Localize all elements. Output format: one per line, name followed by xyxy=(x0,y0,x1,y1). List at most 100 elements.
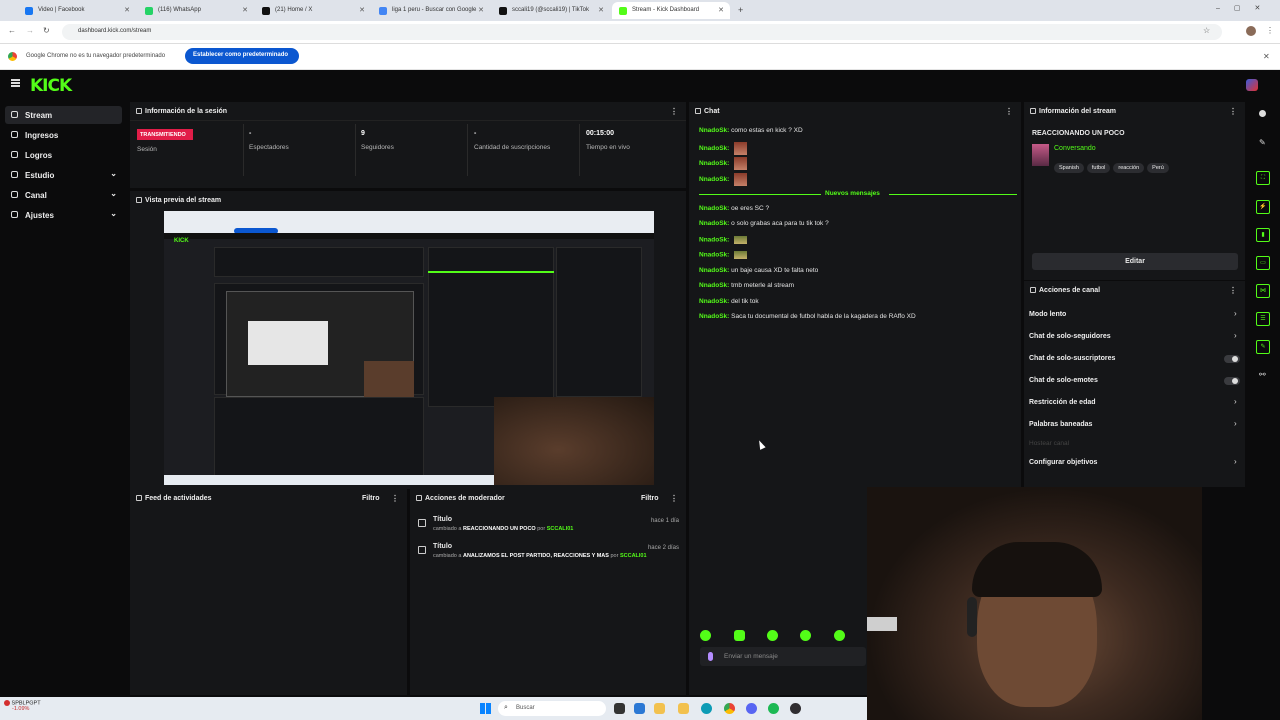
settings-icon[interactable] xyxy=(767,630,778,641)
chat-username[interactable]: NnadoSk: xyxy=(699,313,729,320)
activity-filter-button[interactable]: Filtro xyxy=(362,495,380,502)
chrome-taskbar-icon[interactable] xyxy=(724,703,735,714)
chat-username[interactable]: NnadoSk: xyxy=(699,252,729,259)
chat-message[interactable]: NnadoSk: Saca tu documental de futbol ha… xyxy=(699,313,916,320)
sidebar-item-stream[interactable]: Stream xyxy=(5,106,122,124)
edit-rail-icon[interactable]: ✎ xyxy=(1259,138,1266,147)
rail-icon-3[interactable]: ▮ xyxy=(1256,228,1270,242)
chat-username[interactable]: NnadoSk: xyxy=(699,282,729,289)
user-avatar[interactable] xyxy=(1246,79,1258,91)
discord-icon[interactable] xyxy=(746,703,757,714)
new-tab-button[interactable]: + xyxy=(738,5,743,15)
forward-icon[interactable]: → xyxy=(26,26,34,35)
rail-icon-7[interactable]: ✎ xyxy=(1256,340,1270,354)
chat-message[interactable]: NnadoSk: xyxy=(699,173,748,186)
info-rail-icon[interactable] xyxy=(1259,110,1266,117)
channel-action-item[interactable]: Restricción de edad xyxy=(1029,399,1096,406)
channel-action-item[interactable]: Palabras baneadas xyxy=(1029,421,1092,428)
sidebar-item-logros[interactable]: Logros xyxy=(5,146,122,164)
chevron-right-icon[interactable]: › xyxy=(1234,331,1237,340)
stream-tag[interactable]: Spanish xyxy=(1054,163,1084,173)
chat-menu-icon[interactable]: ⋮ xyxy=(1005,107,1013,116)
url-field[interactable]: dashboard.kick.com/stream xyxy=(62,24,1222,40)
kick-logo[interactable]: KICK xyxy=(30,76,72,96)
microphone-icon[interactable] xyxy=(708,652,713,661)
chat-username[interactable]: NnadoSk: xyxy=(699,298,729,305)
rail-icon-1[interactable]: ⛶ xyxy=(1256,171,1270,185)
rail-icon-5[interactable]: ⋈ xyxy=(1256,284,1270,298)
stream-tag[interactable]: futbol xyxy=(1086,163,1111,173)
browser-menu-icon[interactable]: ⋮ xyxy=(1266,26,1274,35)
sidebar-item-ajustes[interactable]: Ajustes ⌄ xyxy=(5,206,122,224)
channel-action-item[interactable]: Configurar objetivos xyxy=(1029,459,1097,466)
rail-icon-2[interactable]: ⚡ xyxy=(1256,200,1270,214)
chat-message[interactable]: NnadoSk: xyxy=(699,142,748,155)
channel-action-item[interactable]: Chat de solo-suscriptores xyxy=(1029,355,1115,362)
window-controls[interactable]: –▢✕ xyxy=(1216,4,1274,12)
browser-tab[interactable]: sccali19 (@sccali19) | TikTok ✕ xyxy=(492,2,610,19)
chat-message[interactable]: NnadoSk: oe eres SC ? xyxy=(699,205,769,212)
tab-close-icon[interactable]: ✕ xyxy=(359,6,365,14)
sidebar-item-estudio[interactable]: Estudio ⌄ xyxy=(5,166,122,184)
rail-icon-4[interactable]: ▭ xyxy=(1256,256,1270,270)
rail-icon-6[interactable]: ☰ xyxy=(1256,312,1270,326)
stream-info-menu-icon[interactable]: ⋮ xyxy=(1229,107,1237,116)
chat-username[interactable]: NnadoSk: xyxy=(699,267,729,274)
gift-icon[interactable] xyxy=(734,630,745,641)
emote-icon[interactable] xyxy=(700,630,711,641)
task-view-icon[interactable] xyxy=(614,703,625,714)
reload-icon[interactable]: ↻ xyxy=(43,26,50,35)
chevron-down-icon[interactable]: ⌄ xyxy=(110,169,117,178)
browser-tab[interactable]: Video | Facebook ✕ xyxy=(18,2,136,19)
chevron-right-icon[interactable]: › xyxy=(1234,397,1237,406)
chat-message[interactable]: NnadoSk: xyxy=(699,236,748,244)
moderator-filter-button[interactable]: Filtro xyxy=(641,495,659,502)
tab-close-icon[interactable]: ✕ xyxy=(124,6,130,14)
infobar-close-icon[interactable]: ✕ xyxy=(1263,52,1270,61)
stock-widget[interactable]: SPBLPGPT -1.09% xyxy=(4,700,41,712)
edit-button[interactable]: Editar xyxy=(1032,253,1238,270)
chevron-right-icon[interactable]: › xyxy=(1234,419,1237,428)
chevron-down-icon[interactable]: ⌄ xyxy=(110,189,117,198)
profile-avatar[interactable] xyxy=(1246,26,1256,36)
moderator-action-user[interactable]: SCCALI01 xyxy=(547,526,574,532)
chat-message[interactable]: NnadoSk: como estas en kick ? XD xyxy=(699,127,803,134)
browser-tab[interactable]: (21) Home / X ✕ xyxy=(255,2,371,19)
folder-2-icon[interactable] xyxy=(678,703,689,714)
activity-menu-icon[interactable]: ⋮ xyxy=(391,494,399,503)
chat-username[interactable]: NnadoSk: xyxy=(699,145,729,152)
tab-close-icon[interactable]: ✕ xyxy=(242,6,248,14)
sidebar-item-ingresos[interactable]: Ingresos xyxy=(5,126,122,144)
chat-username[interactable]: NnadoSk: xyxy=(699,220,729,227)
chevron-right-icon[interactable]: › xyxy=(1234,457,1237,466)
chat-message[interactable]: NnadoSk: tmb meterle al stream xyxy=(699,282,794,289)
tab-close-icon[interactable]: ✕ xyxy=(718,6,724,14)
stream-tag[interactable]: Perú xyxy=(1147,163,1169,173)
toggle-switch[interactable] xyxy=(1224,377,1240,385)
folder-icon[interactable] xyxy=(654,703,665,714)
panel-menu-icon[interactable]: ⋮ xyxy=(670,107,678,116)
channel-action-item[interactable]: Modo lento xyxy=(1029,311,1066,318)
spotify-icon[interactable] xyxy=(768,703,779,714)
poll-icon[interactable] xyxy=(800,630,811,641)
browser-tab[interactable]: liga 1 peru - Buscar con Google ✕ xyxy=(372,2,490,19)
chevron-right-icon[interactable]: › xyxy=(1234,309,1237,318)
stream-category[interactable]: Conversando xyxy=(1054,145,1096,152)
chat-username[interactable]: NnadoSk: xyxy=(699,127,729,134)
channel-action-item[interactable]: Chat de solo-seguidores xyxy=(1029,333,1111,340)
set-default-button[interactable]: Establecer como predeterminado xyxy=(185,48,299,64)
back-icon[interactable]: ← xyxy=(8,26,16,35)
chat-message[interactable]: NnadoSk: o solo grabas aca para tu tik t… xyxy=(699,220,829,227)
chat-username[interactable]: NnadoSk: xyxy=(699,205,729,212)
edge-icon[interactable] xyxy=(701,703,712,714)
obs-icon[interactable] xyxy=(790,703,801,714)
browser-tab[interactable]: (116) WhatsApp ✕ xyxy=(138,2,254,19)
stream-preview-video[interactable]: KICK xyxy=(164,211,654,485)
moderator-menu-icon[interactable]: ⋮ xyxy=(670,494,678,503)
chat-input[interactable]: Enviar un mensaje xyxy=(700,647,866,666)
browser-tab[interactable]: Stream - Kick Dashboard ✕ xyxy=(612,2,730,19)
channel-action-item[interactable]: Chat de solo-emotes xyxy=(1029,377,1098,384)
taskbar-search[interactable]: ⌕ Buscar xyxy=(498,701,606,716)
chat-username[interactable]: NnadoSk: xyxy=(699,176,729,183)
hamburger-menu-icon[interactable] xyxy=(11,79,20,87)
